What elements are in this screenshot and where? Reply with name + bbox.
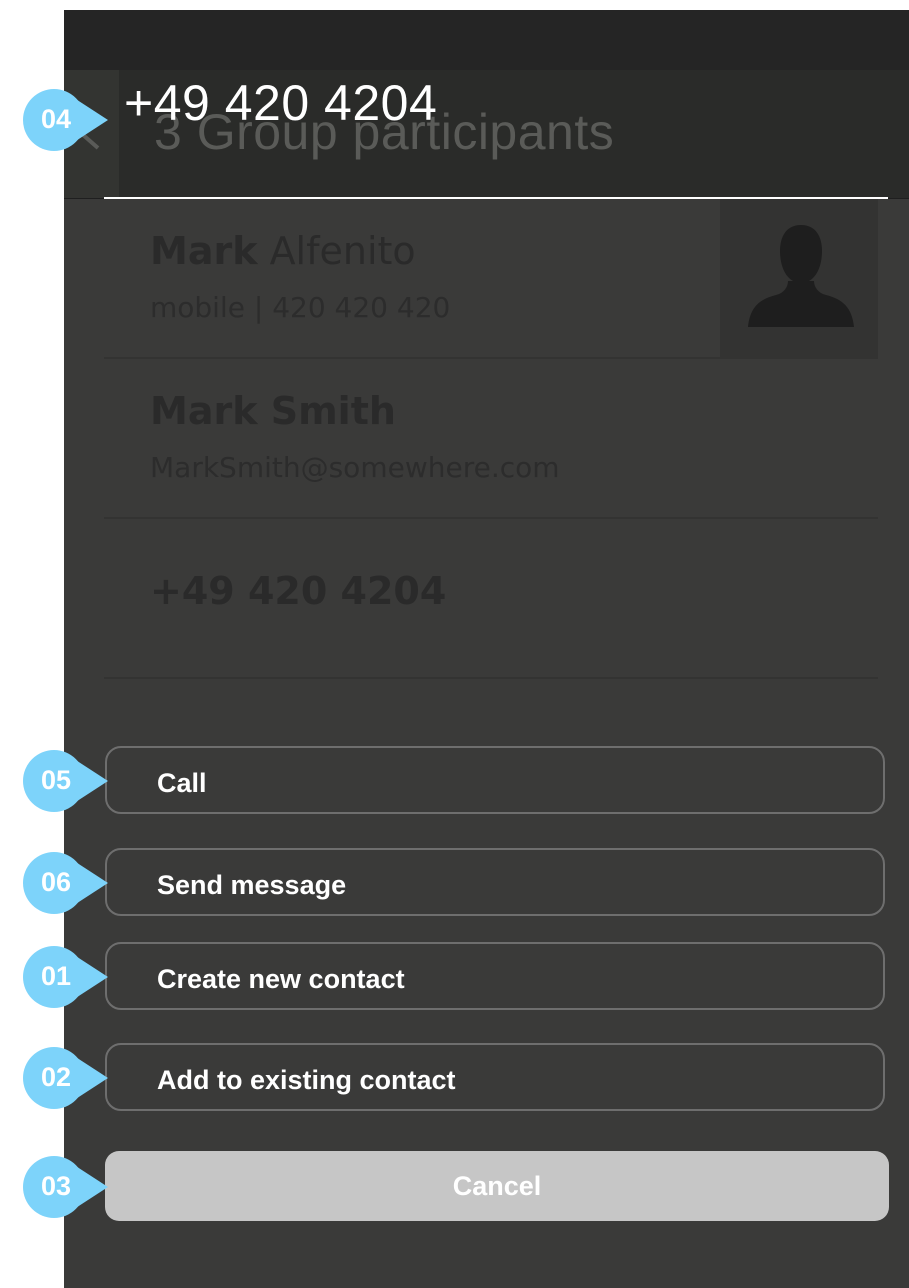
annotation-marker: 04 <box>18 86 112 154</box>
contact-detail: mobile | 420 420 420 <box>150 291 451 324</box>
marker-number: 02 <box>40 1062 72 1092</box>
contact-detail: MarkSmith@somewhere.com <box>150 451 560 484</box>
contact-name: Mark Alfenito <box>150 229 416 273</box>
marker-number: 06 <box>40 867 72 897</box>
avatar <box>720 199 878 357</box>
create-new-contact-button[interactable]: Create new contact <box>105 942 885 1010</box>
annotation-marker: 03 <box>18 1153 112 1221</box>
marker-number: 03 <box>40 1171 72 1201</box>
cancel-button-label: Cancel <box>452 1171 542 1201</box>
contact-row[interactable]: Mark Smith MarkSmith@somewhere.com <box>104 359 878 519</box>
marker-number: 01 <box>40 961 72 991</box>
page-title: +49 420 4204 <box>124 75 438 131</box>
cancel-button[interactable]: Cancel <box>105 1151 889 1221</box>
person-icon <box>748 225 854 327</box>
contact-row[interactable]: +49 420 4204 <box>104 519 878 679</box>
add-to-existing-contact-button-label: Add to existing contact <box>157 1065 456 1095</box>
contact-list: Mark Alfenito mobile | 420 420 420 Mark … <box>64 199 909 1288</box>
contact-first-name: Mark <box>150 229 258 273</box>
create-new-contact-button-label: Create new contact <box>157 964 405 994</box>
annotation-marker: 01 <box>18 943 112 1011</box>
annotation-marker: 02 <box>18 1044 112 1112</box>
marker-number: 05 <box>40 765 72 795</box>
contact-name: +49 420 4204 <box>150 569 447 613</box>
contact-last-name: Alfenito <box>269 229 416 273</box>
marker-number: 04 <box>40 104 72 134</box>
add-to-existing-contact-button[interactable]: Add to existing contact <box>105 1043 885 1111</box>
contact-name: Mark Smith <box>150 389 396 433</box>
annotation-marker: 06 <box>18 849 112 917</box>
call-button-label: Call <box>157 768 207 798</box>
send-message-button[interactable]: Send message <box>105 848 885 916</box>
send-message-button-label: Send message <box>157 870 347 900</box>
call-button[interactable]: Call <box>105 746 885 814</box>
contact-row[interactable]: Mark Alfenito mobile | 420 420 420 <box>104 199 878 359</box>
annotation-marker: 05 <box>18 747 112 815</box>
